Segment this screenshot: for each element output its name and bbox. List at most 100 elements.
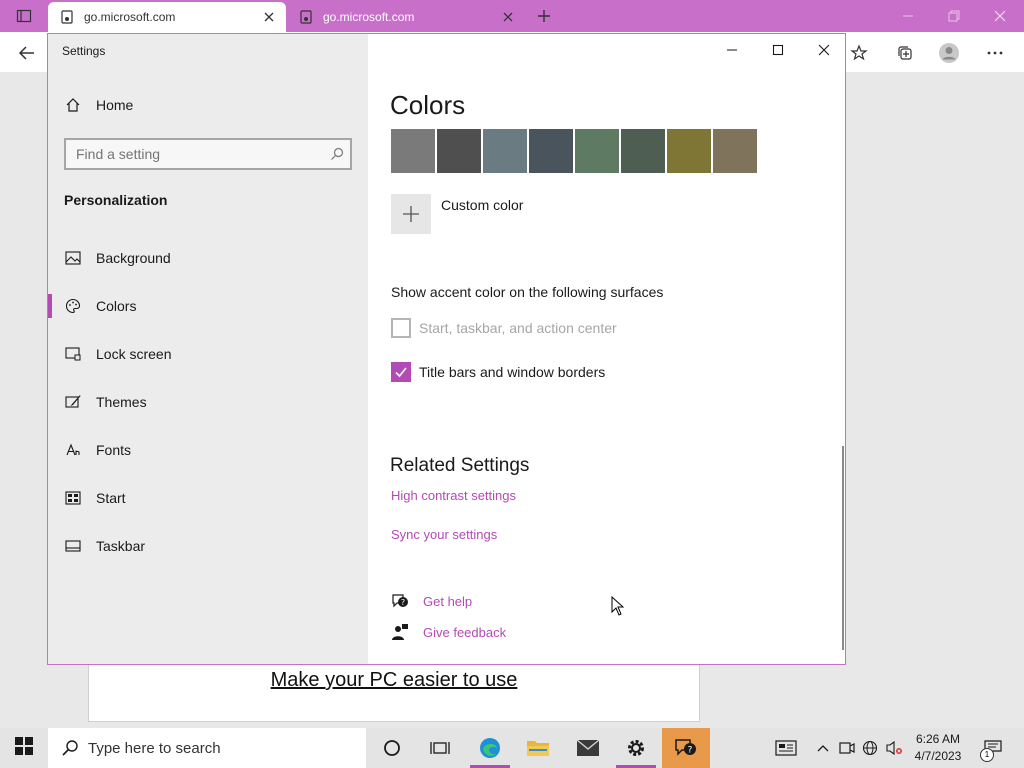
- maximize-icon[interactable]: [766, 40, 790, 60]
- home-nav-item[interactable]: Home: [64, 96, 133, 114]
- color-swatch[interactable]: [667, 129, 711, 173]
- sidebar-item-label: Taskbar: [96, 538, 146, 554]
- back-arrow-icon[interactable]: [16, 42, 38, 64]
- sidebar-item-label: Start: [96, 490, 126, 506]
- picture-icon: [64, 249, 82, 267]
- meet-now-icon[interactable]: [838, 728, 856, 768]
- custom-color-button[interactable]: Custom color: [391, 194, 523, 234]
- close-tab-icon[interactable]: [262, 10, 276, 24]
- taskbar-clock[interactable]: 6:26 AM 4/7/2023: [906, 731, 970, 765]
- browser-tab-strip: go.microsoft.com go.microsoft.com: [0, 0, 1024, 32]
- sidebar-item-themes[interactable]: Themes: [48, 382, 368, 422]
- taskbar-search-box[interactable]: Type here to search: [48, 728, 366, 768]
- color-swatch[interactable]: [713, 129, 757, 173]
- brush-icon: [64, 393, 82, 411]
- get-help-link[interactable]: ? Get help: [391, 592, 472, 610]
- get-help-app-icon[interactable]: ?: [662, 728, 710, 768]
- mail-icon[interactable]: [564, 728, 612, 768]
- color-swatch[interactable]: [529, 129, 573, 173]
- edge-browser-icon[interactable]: [466, 728, 514, 768]
- start-taskbar-checkbox[interactable]: Start, taskbar, and action center: [391, 318, 617, 338]
- find-setting-input[interactable]: [66, 140, 336, 168]
- plus-icon: [391, 194, 431, 234]
- color-swatch[interactable]: [483, 129, 527, 173]
- browser-tab-1[interactable]: go.microsoft.com: [48, 2, 286, 32]
- close-tab-icon[interactable]: [501, 10, 515, 24]
- color-swatch-grid: [391, 129, 757, 173]
- chevron-up-icon[interactable]: [814, 728, 832, 768]
- svg-text:?: ?: [401, 598, 405, 607]
- checkbox-label: Title bars and window borders: [419, 364, 606, 380]
- sidebar-item-label: Lock screen: [96, 346, 172, 362]
- sidebar-item-taskbar[interactable]: Taskbar: [48, 526, 368, 566]
- custom-color-label: Custom color: [441, 197, 524, 213]
- task-view-icon[interactable]: [416, 728, 464, 768]
- checkbox-label: Start, taskbar, and action center: [419, 320, 617, 336]
- sidebar-item-label: Fonts: [96, 442, 132, 458]
- taskbar-search-placeholder: Type here to search: [88, 739, 221, 757]
- sidebar-item-fonts[interactable]: Fonts: [48, 430, 368, 470]
- home-icon: [64, 96, 82, 114]
- search-icon[interactable]: [330, 147, 344, 161]
- sync-settings-link[interactable]: Sync your settings: [391, 527, 497, 542]
- windows-taskbar: Type here to search ? 6:26 AM 4/7/2023 1: [0, 728, 1024, 768]
- start-menu-icon: [64, 489, 82, 507]
- checkbox-unchecked[interactable]: [391, 318, 411, 338]
- news-widget-icon[interactable]: [772, 728, 800, 768]
- profile-avatar-icon[interactable]: [938, 42, 960, 64]
- settings-gear-icon[interactable]: [612, 728, 660, 768]
- sidebar-item-start[interactable]: Start: [48, 478, 368, 518]
- color-swatch[interactable]: [391, 129, 435, 173]
- more-options-icon[interactable]: [984, 42, 1006, 64]
- browser-close-icon[interactable]: [990, 6, 1010, 26]
- collections-icon[interactable]: [894, 42, 916, 64]
- sidebar-item-colors[interactable]: Colors: [48, 286, 368, 326]
- search-icon: [60, 738, 80, 758]
- sidebar-item-label: Colors: [96, 298, 137, 314]
- window-title: Settings: [62, 44, 106, 58]
- high-contrast-link[interactable]: High contrast settings: [391, 488, 516, 503]
- title-bars-checkbox[interactable]: Title bars and window borders: [391, 362, 605, 382]
- start-button[interactable]: [0, 728, 48, 768]
- sidebar-item-label: Background: [96, 250, 171, 266]
- lock-screen-icon: [64, 345, 82, 363]
- mouse-cursor-icon: [611, 595, 625, 616]
- taskbar-icon: [64, 537, 82, 555]
- tab-title: go.microsoft.com: [323, 10, 415, 24]
- content-scrollbar[interactable]: [842, 446, 844, 650]
- settings-sidebar: Settings Home Personalization Background…: [48, 34, 368, 664]
- settings-window: Settings Home Personalization Background…: [47, 33, 846, 665]
- ease-of-access-link[interactable]: Make your PC easier to use: [89, 669, 699, 692]
- browser-restore-icon[interactable]: [944, 6, 964, 26]
- home-label: Home: [96, 97, 134, 113]
- find-setting-search-box[interactable]: [64, 138, 352, 170]
- feedback-person-icon: [391, 623, 409, 641]
- sidebar-item-label: Themes: [96, 394, 147, 410]
- clock-time: 6:26 AM: [915, 732, 961, 746]
- checkmark-icon[interactable]: [391, 362, 411, 382]
- give-feedback-link[interactable]: Give feedback: [391, 623, 506, 641]
- page-title: Colors: [390, 90, 466, 120]
- color-swatch[interactable]: [575, 129, 619, 173]
- minimize-icon[interactable]: [720, 40, 744, 60]
- volume-muted-icon[interactable]: [884, 728, 904, 768]
- network-globe-icon[interactable]: [860, 728, 880, 768]
- favorites-icon[interactable]: [848, 42, 870, 64]
- cortana-icon[interactable]: [368, 728, 416, 768]
- sidebar-item-background[interactable]: Background: [48, 238, 368, 278]
- browser-minimize-icon[interactable]: [898, 6, 918, 26]
- notifications-icon[interactable]: 1: [978, 728, 1008, 768]
- give-feedback-label: Give feedback: [423, 624, 507, 640]
- font-icon: [64, 441, 82, 459]
- color-swatch[interactable]: [621, 129, 665, 173]
- new-tab-icon[interactable]: [534, 6, 554, 26]
- file-explorer-icon[interactable]: [514, 728, 562, 768]
- tab-actions-icon[interactable]: [14, 6, 34, 26]
- browser-tab-2[interactable]: go.microsoft.com: [287, 2, 525, 32]
- close-icon[interactable]: [812, 40, 836, 60]
- document-favicon-icon: [60, 10, 74, 24]
- clock-date: 4/7/2023: [914, 749, 962, 763]
- svg-text:?: ?: [688, 746, 693, 756]
- sidebar-item-lock-screen[interactable]: Lock screen: [48, 334, 368, 374]
- color-swatch[interactable]: [437, 129, 481, 173]
